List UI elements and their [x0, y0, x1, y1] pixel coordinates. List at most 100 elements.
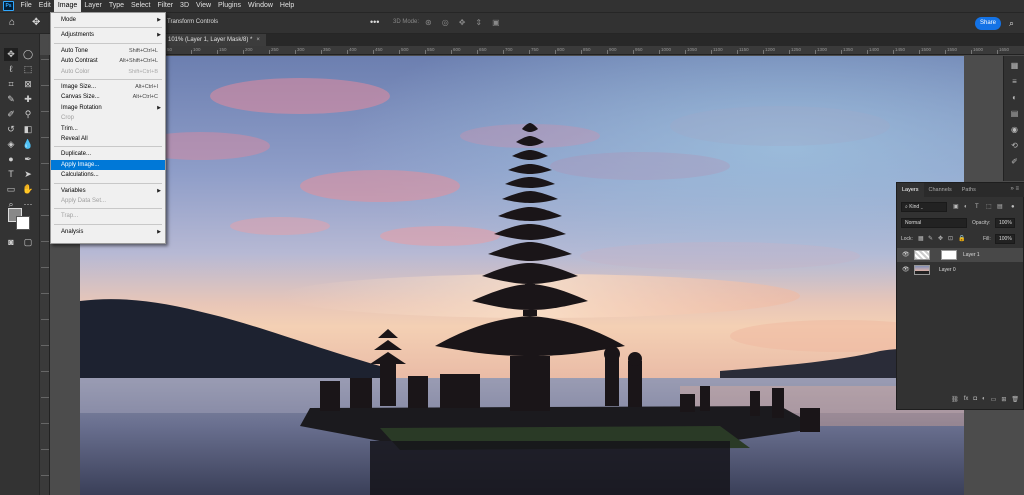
menu-select[interactable]: Select [128, 0, 154, 12]
paint-bucket-tool-icon[interactable]: ◈ [4, 138, 18, 151]
menu-help[interactable]: Help [276, 0, 297, 12]
hand-tool-icon[interactable]: ✋ [21, 183, 35, 196]
tab-layers[interactable]: Layers [897, 183, 924, 197]
home-icon[interactable]: ⌂ [9, 17, 21, 29]
close-tab-icon[interactable]: × [256, 37, 260, 43]
quick-mask-icon[interactable]: ◙ [4, 236, 18, 249]
lock-transparent-icon[interactable]: ▦ [918, 234, 924, 244]
menu-image[interactable]: Image [54, 0, 81, 12]
filter-toggle-icon[interactable]: ● [1011, 202, 1015, 212]
tab-paths[interactable]: Paths [957, 183, 981, 197]
slide-icon[interactable]: ⇕ [475, 18, 482, 27]
menu-item-auto-tone[interactable]: Auto Tone Shift+Ctrl+L [51, 46, 165, 56]
menu-item-image-rotation[interactable]: Image Rotation ▶ [51, 103, 165, 113]
menu-item-analysis[interactable]: Analysis ▶ [51, 227, 165, 237]
visibility-eye-icon[interactable]: 👁 [902, 251, 910, 258]
blur-tool-icon[interactable]: 💧 [21, 138, 35, 151]
lock-position-icon[interactable]: ✥ [938, 234, 943, 244]
new-group-icon[interactable]: ▭ [991, 396, 997, 406]
share-button[interactable]: Share [975, 17, 1001, 30]
object-select-tool-icon[interactable]: ⬚ [21, 63, 35, 76]
menu-filter[interactable]: Filter [154, 0, 177, 12]
menu-view[interactable]: View [193, 0, 215, 12]
menu-type[interactable]: Type [105, 0, 127, 12]
artboard-tool-icon[interactable]: ◯ [21, 48, 35, 61]
menu-layer[interactable]: Layer [81, 0, 106, 12]
menu-item-reveal-all[interactable]: Reveal All [51, 134, 165, 144]
menu-item-duplicate[interactable]: Duplicate... [51, 149, 165, 159]
move-tool-icon[interactable]: ✥ [4, 48, 18, 61]
filter-adjustment-icon[interactable]: ◐ [964, 202, 968, 212]
lock-artboard-icon[interactable]: ⊡ [948, 234, 953, 244]
opacity-input[interactable]: 100% [995, 218, 1015, 228]
properties-icon[interactable]: ≡ [1009, 77, 1020, 87]
filter-shape-icon[interactable]: ⬚ [986, 202, 992, 212]
layer-row-layer-1[interactable]: 👁 Layer 1 [897, 248, 1023, 262]
menu-item-mode[interactable]: Mode ▶ [51, 15, 165, 25]
brushes-icon[interactable]: ✐ [1009, 157, 1020, 167]
eraser-tool-icon[interactable]: ◧ [21, 123, 35, 136]
visibility-eye-icon[interactable]: 👁 [902, 266, 910, 273]
fill-input[interactable]: 100% [995, 234, 1015, 244]
panel-collapse-icon[interactable]: » ≡ [1010, 186, 1019, 192]
learn-icon[interactable]: ◉ [1009, 125, 1020, 135]
link-layers-icon[interactable]: ⛓ [951, 396, 959, 406]
menu-item-calculations[interactable]: Calculations... [51, 170, 165, 180]
lock-image-icon[interactable]: ✎ [928, 234, 933, 244]
delete-layer-icon[interactable]: 🗑 [1011, 396, 1019, 406]
dodge-tool-icon[interactable]: ● [4, 153, 18, 166]
transform-controls-label[interactable]: Transform Controls [167, 19, 218, 25]
clone-stamp-tool-icon[interactable]: ⚲ [21, 108, 35, 121]
path-select-tool-icon[interactable]: ➤ [21, 168, 35, 181]
scale-icon[interactable]: ▣ [492, 18, 500, 27]
layer-mask-thumbnail[interactable] [941, 250, 957, 260]
drag-icon[interactable]: ✥ [459, 18, 466, 27]
frame-tool-icon[interactable]: ⊠ [21, 78, 35, 91]
type-tool-icon[interactable]: T [4, 168, 18, 181]
menu-item-apply-image[interactable]: Apply Image... [51, 159, 165, 170]
healing-brush-tool-icon[interactable]: ✚ [21, 93, 35, 106]
move-tool-icon[interactable]: ✥ [32, 17, 40, 29]
tab-channels[interactable]: Channels [924, 183, 957, 197]
lasso-tool-icon[interactable]: ℓ [4, 63, 18, 76]
background-color-swatch[interactable] [16, 216, 30, 230]
menu-item-image-size[interactable]: Image Size... Alt+Ctrl+I [51, 82, 165, 92]
roll-icon[interactable]: ◎ [442, 18, 449, 27]
history-brush-tool-icon[interactable]: ↺ [4, 123, 18, 136]
menu-item-canvas-size[interactable]: Canvas Size... Alt+Ctrl+C [51, 92, 165, 102]
screen-mode-icon[interactable]: ▢ [21, 236, 35, 249]
crop-tool-icon[interactable]: ⌗ [4, 78, 18, 91]
layer-style-icon[interactable]: fx [964, 396, 969, 406]
eyedropper-tool-icon[interactable]: ✎ [4, 93, 18, 106]
menu-item-auto-contrast[interactable]: Auto Contrast Alt+Shift+Ctrl+L [51, 56, 165, 66]
document-tab[interactable]: 101% (Layer 1, Layer Mask/8) * × [165, 34, 266, 46]
menu-item-variables[interactable]: Variables ▶ [51, 186, 165, 196]
brush-tool-icon[interactable]: ✐ [4, 108, 18, 121]
shape-tool-icon[interactable]: ▭ [4, 183, 18, 196]
menu-3d[interactable]: 3D [177, 0, 193, 12]
more-tools-icon[interactable]: ⋯ [21, 198, 35, 211]
menu-item-adjustments[interactable]: Adjustments ▶ [51, 30, 165, 40]
adjustments-icon[interactable]: ◐ [1009, 93, 1020, 103]
pen-tool-icon[interactable]: ✒ [21, 153, 35, 166]
menu-window[interactable]: Window [245, 0, 277, 12]
orbit-icon[interactable]: ⊛ [425, 18, 432, 27]
filter-pixel-icon[interactable]: ▣ [953, 202, 959, 212]
filter-kind-select[interactable]: ⌕ Kind ⌄ [901, 202, 947, 212]
menu-edit[interactable]: Edit [35, 0, 54, 12]
menu-item-trim[interactable]: Trim... [51, 124, 165, 134]
swatches-icon[interactable]: ▦ [1009, 61, 1020, 71]
new-adjustment-icon[interactable]: ◐ [982, 396, 986, 406]
history-icon[interactable]: ⟲ [1009, 141, 1020, 151]
canvas-image[interactable] [80, 56, 964, 495]
lock-all-icon[interactable]: 🔒 [958, 234, 965, 244]
menu-file[interactable]: File [17, 0, 35, 12]
layer-row-layer-0[interactable]: 👁 Layer 0 [897, 263, 1023, 277]
more-options-icon[interactable]: ••• [370, 17, 379, 27]
menu-plugins[interactable]: Plugins [215, 0, 245, 12]
libraries-icon[interactable]: ▤ [1009, 109, 1020, 119]
blend-mode-select[interactable]: Normal [901, 218, 967, 228]
filter-smart-object-icon[interactable]: ▤ [997, 202, 1003, 212]
new-layer-icon[interactable]: ⊞ [1001, 396, 1006, 406]
filter-type-icon[interactable]: T [975, 202, 979, 212]
